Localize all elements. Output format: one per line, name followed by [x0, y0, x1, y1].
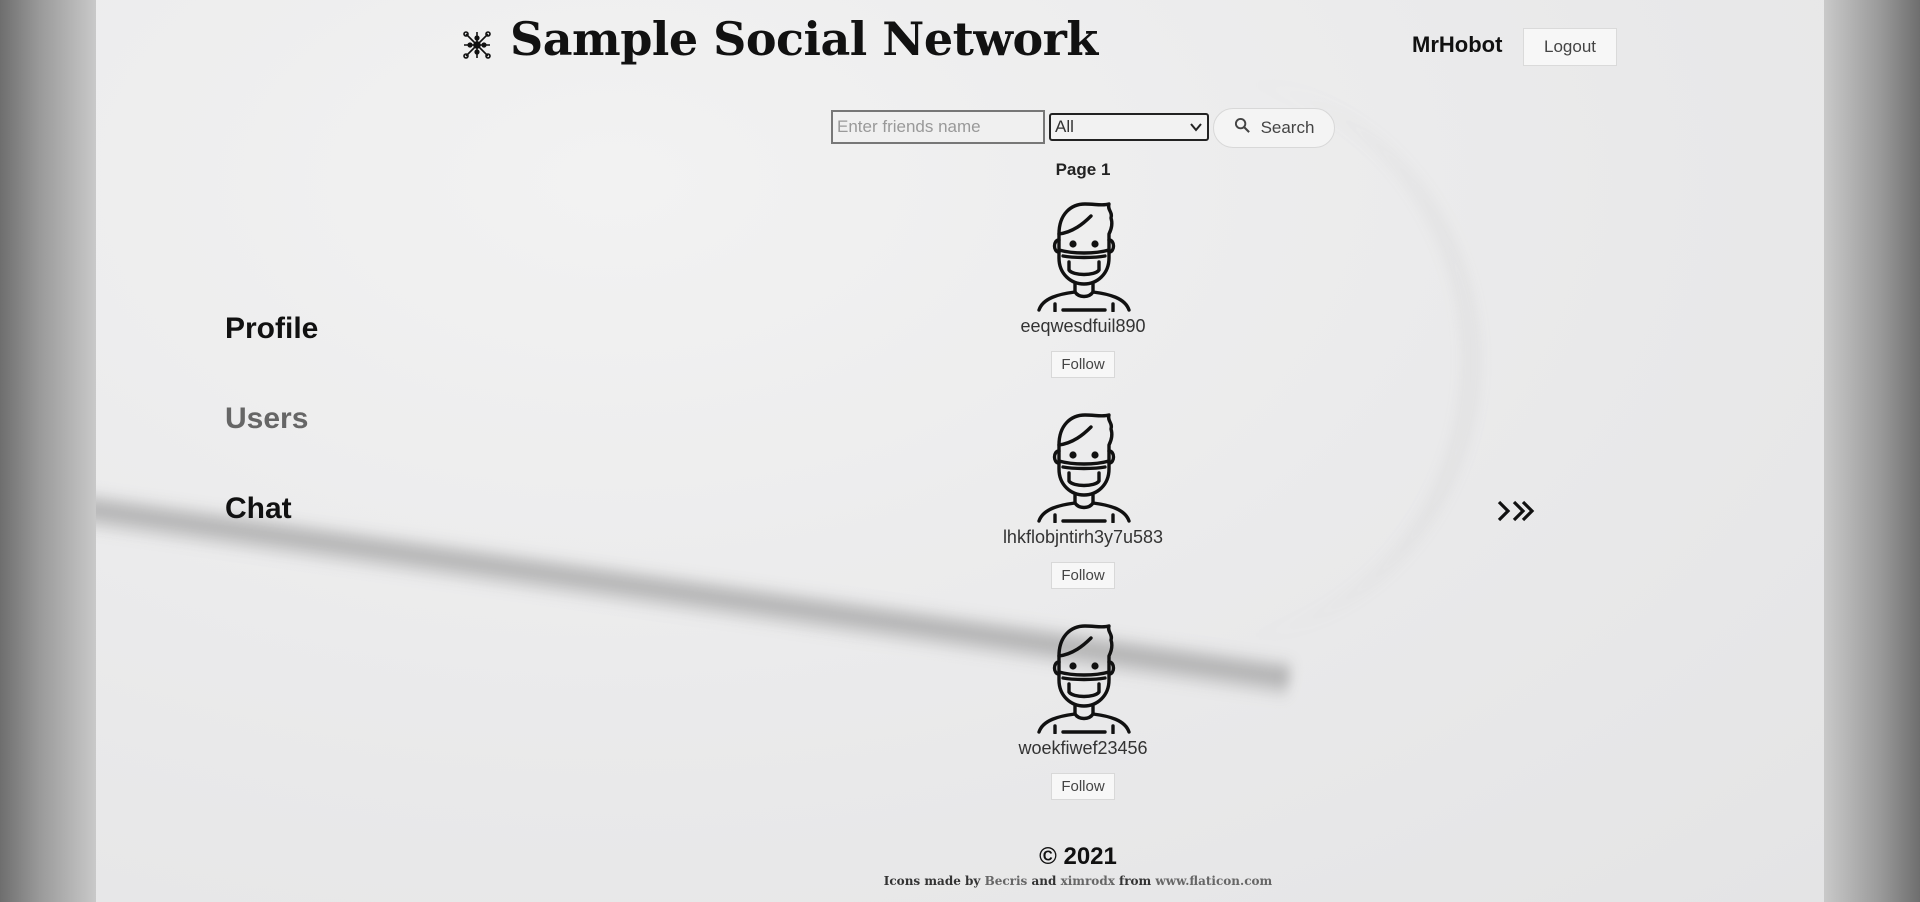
user-filter-select[interactable]: All [1049, 113, 1209, 141]
user-card: eeqwesdfuil890 Follow [960, 200, 1206, 378]
user-card: lhkflobjntirh3y7u583 Follow [960, 411, 1206, 589]
follow-button[interactable]: Follow [1051, 351, 1115, 378]
double-chevron-right-icon[interactable] [1496, 498, 1536, 524]
filter-selected-value: All [1055, 117, 1074, 136]
magnifier-icon [1234, 117, 1251, 139]
follow-button[interactable]: Follow [1051, 773, 1115, 800]
search-button[interactable]: Search [1213, 108, 1335, 148]
search-button-label: Search [1260, 118, 1315, 137]
user-card: woekfiwef23456 Follow [960, 622, 1206, 800]
friend-search-input[interactable] [831, 110, 1045, 144]
credits-prefix: Icons made by [883, 874, 981, 888]
user-name: eeqwesdfuil890 [1020, 316, 1146, 336]
flaticon-link[interactable]: www.flaticon.com [1155, 874, 1272, 888]
masked-person-icon [1037, 202, 1131, 312]
masked-person-icon [1037, 624, 1131, 734]
logout-button[interactable]: Logout [1523, 28, 1617, 66]
sidebar-item-users[interactable]: Users [225, 402, 308, 436]
masked-person-icon [1037, 413, 1131, 523]
credits-and: and [1031, 874, 1057, 888]
chevron-down-icon [1189, 117, 1203, 137]
user-name: woekfiwef23456 [1018, 738, 1148, 758]
site-title: Sample Social Network [510, 12, 1098, 66]
credits-from: from [1119, 874, 1152, 888]
sidebar-item-chat[interactable]: Chat [225, 492, 292, 526]
page-indicator: Page 1 [1055, 160, 1111, 179]
user-name: lhkflobjntirh3y7u583 [1002, 527, 1164, 547]
author-link-becris[interactable]: Becris [985, 874, 1028, 888]
follow-button[interactable]: Follow [1051, 562, 1115, 589]
icon-credits: Icons made by Becris and ximrodx from ww… [760, 874, 1396, 888]
copyright-text: © 2021 [1039, 843, 1117, 870]
sidebar-item-profile[interactable]: Profile [225, 312, 318, 346]
current-username: MrHobot [1412, 32, 1503, 57]
author-link-ximrodx[interactable]: ximrodx [1061, 874, 1115, 888]
network-icon [462, 30, 492, 60]
